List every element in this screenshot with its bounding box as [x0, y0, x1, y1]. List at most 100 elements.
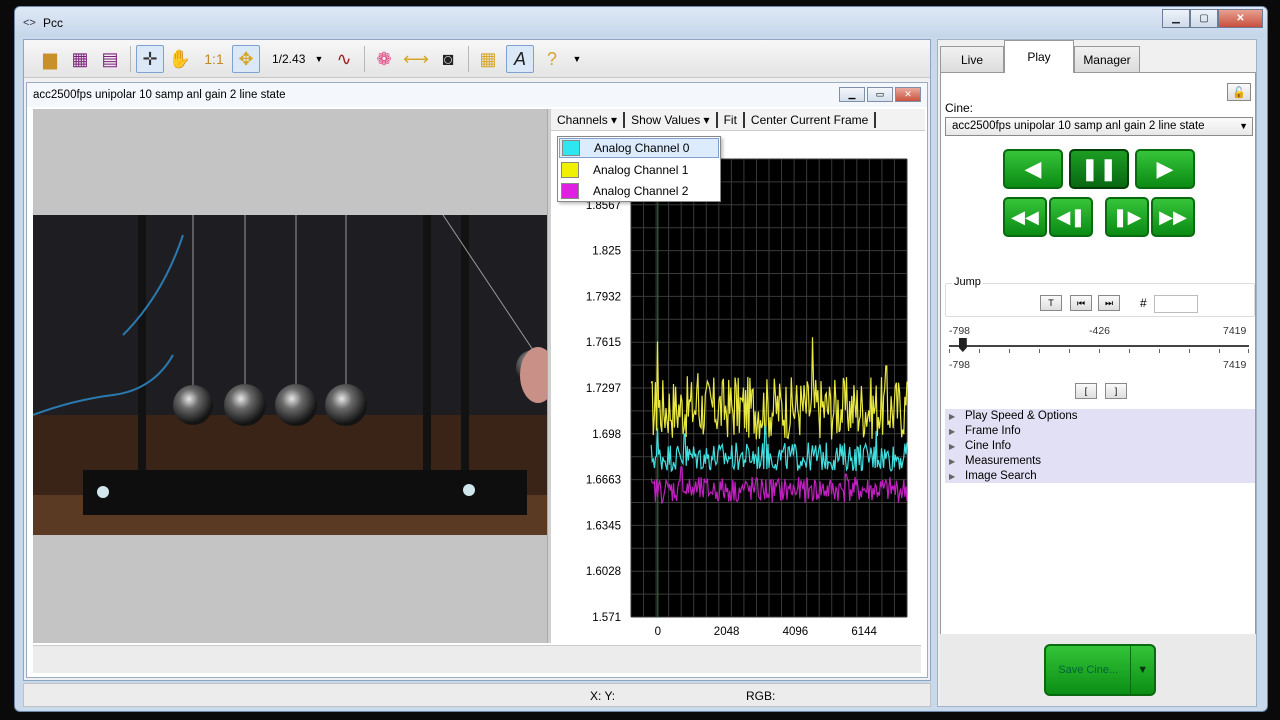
- step-back-icon: ◀❚: [1056, 206, 1086, 227]
- y-tick-label: 1.7932: [586, 291, 621, 303]
- play-reverse-button[interactable]: ◀: [1003, 149, 1063, 189]
- expand-icon: ▶: [949, 471, 956, 481]
- channels-dropdown: Analog Channel 0 Analog Channel 1 Analog…: [557, 136, 721, 202]
- channel-1-label: Analog Channel 1: [593, 163, 689, 177]
- cine-select[interactable]: acc2500fps unipolar 10 samp anl gain 2 l…: [945, 117, 1253, 136]
- video-frame: [33, 215, 547, 535]
- fast-forward-button[interactable]: ▶▶: [1151, 197, 1195, 237]
- zoom-level: 1/2.43: [272, 52, 306, 66]
- slider-track: [949, 345, 1249, 347]
- title-bar: <> Pcc ▁ ▢ ✕: [15, 7, 1267, 37]
- skip-start-icon: ⏮: [1076, 297, 1086, 308]
- jump-first-button[interactable]: ⏮: [1070, 295, 1092, 311]
- section-play-speed[interactable]: ▶ Play Speed & Options: [945, 409, 1078, 423]
- y-tick-label: 1.825: [592, 246, 621, 258]
- pause-icon: ❚❚: [1080, 156, 1118, 181]
- section-label: Frame Info: [965, 425, 1021, 437]
- open-folder-icon[interactable]: ▆: [36, 45, 64, 73]
- camera-icon[interactable]: ◙: [434, 45, 462, 73]
- tab-play[interactable]: Play: [1004, 40, 1074, 73]
- jump-group: Jump T ⏮ ⏭ #: [945, 276, 1255, 317]
- maximize-button[interactable]: ▢: [1190, 9, 1218, 28]
- pause-button[interactable]: ❚❚: [1069, 149, 1129, 189]
- minimize-button[interactable]: ▁: [1162, 9, 1190, 28]
- mark-out-icon: ]: [1114, 386, 1118, 396]
- color-palette-icon[interactable]: ❁: [370, 45, 398, 73]
- channel-0-label: Analog Channel 0: [594, 141, 690, 155]
- range-start-label: -798: [949, 359, 971, 371]
- section-label: Measurements: [965, 455, 1042, 467]
- jump-last-button[interactable]: ⏭: [1098, 295, 1120, 311]
- save-options-dropdown[interactable]: ▼: [1130, 646, 1154, 694]
- mark-in-button[interactable]: [: [1075, 383, 1097, 399]
- section-label: Cine Info: [965, 440, 1012, 452]
- fast-rewind-icon: ◀◀: [1011, 206, 1039, 227]
- slider-thumb[interactable]: [958, 338, 967, 352]
- mark-out-button[interactable]: ]: [1105, 383, 1127, 399]
- fit-button[interactable]: Fit: [718, 112, 743, 128]
- section-label: Image Search: [965, 470, 1037, 482]
- close-button[interactable]: ✕: [1218, 9, 1263, 28]
- section-cine-info[interactable]: ▶ Cine Info: [945, 439, 1011, 453]
- xy-readout: X: Y:: [590, 689, 616, 703]
- doc-minimize-button[interactable]: ▁: [839, 87, 865, 102]
- save-cine-button[interactable]: Save Cine... ▼: [1044, 644, 1156, 696]
- y-tick-label: 1.6663: [586, 475, 621, 487]
- options-sections: ▶ Play Speed & Options ▶ Frame Info ▶ Cine …: [945, 409, 1255, 483]
- export-frames-icon[interactable]: ▤: [96, 45, 124, 73]
- save-cine-label: Save Cine...: [1058, 664, 1119, 676]
- channel-2-label: Analog Channel 2: [593, 184, 689, 198]
- frames-grid-icon[interactable]: ▦: [66, 45, 94, 73]
- expand-icon: ▶: [949, 411, 956, 421]
- menu-item-analog-channel-2[interactable]: Analog Channel 2: [559, 181, 719, 201]
- section-measurements[interactable]: ▶ Measurements: [945, 454, 1041, 468]
- menu-item-analog-channel-1[interactable]: Analog Channel 1: [559, 160, 719, 180]
- control-panel: Live Play Manager 🔓 Cine: acc2500fps uni…: [937, 39, 1257, 707]
- cine-select-value: acc2500fps unipolar 10 samp anl gain 2 l…: [952, 120, 1205, 132]
- play-reverse-icon: ◀: [1024, 156, 1042, 181]
- analog-chart[interactable]: 1.85671.8251.79321.76151.72971.6981.6663…: [551, 131, 925, 641]
- document-title-bar: acc2500fps unipolar 10 samp anl gain 2 l…: [27, 83, 927, 107]
- doc-close-button[interactable]: ✕: [895, 87, 921, 102]
- frame-number-input[interactable]: [1154, 295, 1198, 313]
- center-current-frame-button[interactable]: Center Current Frame: [742, 111, 877, 128]
- save-area: Save Cine... ▼: [940, 634, 1256, 706]
- flip-icon[interactable]: ⟷: [402, 45, 430, 73]
- help-icon[interactable]: ?: [538, 45, 566, 73]
- range-min-label: -798: [949, 325, 971, 337]
- fit-arrows-icon[interactable]: ✥: [232, 45, 260, 73]
- lock-icon[interactable]: 🔓: [1227, 83, 1251, 101]
- y-tick-label: 1.6028: [586, 566, 621, 578]
- video-viewport[interactable]: [33, 109, 547, 643]
- section-image-search[interactable]: ▶ Image Search: [945, 469, 1037, 483]
- layout-grid-icon[interactable]: ▦: [474, 45, 502, 73]
- mark-in-icon: [: [1084, 386, 1088, 396]
- jump-trigger-button[interactable]: T: [1040, 295, 1062, 311]
- pan-hand-icon[interactable]: ✋: [166, 45, 194, 73]
- menu-item-analog-channel-0[interactable]: Analog Channel 0: [559, 138, 719, 158]
- show-values-button[interactable]: Show Values ▾: [625, 111, 718, 128]
- step-forward-button[interactable]: ❚▶: [1105, 197, 1149, 237]
- jump-label: Jump: [952, 276, 983, 288]
- fast-forward-icon: ▶▶: [1159, 206, 1187, 227]
- text-overlay-icon[interactable]: A: [506, 45, 534, 73]
- frame-slider[interactable]: [949, 338, 1249, 361]
- tab-live[interactable]: Live: [940, 46, 1004, 72]
- play-forward-button[interactable]: ▶: [1135, 149, 1195, 189]
- actual-size-icon[interactable]: 1:1: [200, 45, 228, 73]
- zoom-dropdown-icon[interactable]: ▼: [312, 45, 326, 73]
- help-dropdown-icon[interactable]: ▼: [570, 45, 584, 73]
- step-back-button[interactable]: ◀❚: [1049, 197, 1093, 237]
- crosshair-icon[interactable]: ✛: [136, 45, 164, 73]
- channels-menu-button[interactable]: Channels ▾: [551, 111, 626, 128]
- range-current-label: -426: [1089, 325, 1111, 337]
- waveform-icon[interactable]: ∿: [330, 45, 358, 73]
- section-frame-info[interactable]: ▶ Frame Info: [945, 424, 1021, 438]
- doc-restore-button[interactable]: ▭: [867, 87, 893, 102]
- tab-manager[interactable]: Manager: [1074, 46, 1140, 72]
- expand-icon: ▶: [949, 441, 956, 451]
- y-tick-label: 1.7297: [586, 383, 621, 395]
- play-panel: 🔓 Cine: acc2500fps unipolar 10 samp anl …: [940, 72, 1256, 656]
- window-title: Pcc: [43, 16, 64, 30]
- fast-rewind-button[interactable]: ◀◀: [1003, 197, 1047, 237]
